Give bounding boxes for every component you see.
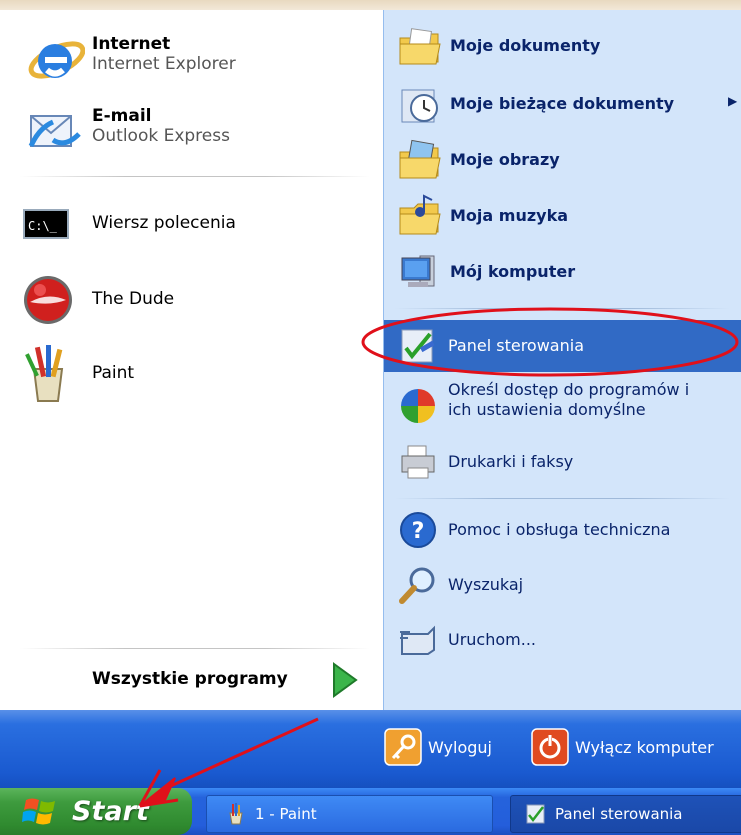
submenu-arrow-icon: ▶ <box>728 94 738 108</box>
svg-text:?: ? <box>412 519 425 544</box>
help-support[interactable]: ? Pomoc i obsługa techniczna <box>398 508 738 552</box>
help-run[interactable]: Uruchom... <box>398 618 738 662</box>
set-program-access-icon <box>401 389 435 423</box>
shutdown-label: Wyłącz komputer <box>575 737 714 757</box>
internet-explorer-icon <box>28 41 85 79</box>
place-label: Moje obrazy <box>450 150 560 169</box>
recent-item-paint[interactable]: Paint <box>20 345 370 405</box>
pinned-email[interactable]: E-mail Outlook Express <box>20 100 370 160</box>
paint-icon <box>229 803 243 825</box>
help-icon: ? <box>400 512 436 548</box>
recent-item-cmd[interactable]: C:\_ Wiersz polecenia <box>20 198 370 248</box>
start-button[interactable]: Start <box>0 788 192 835</box>
taskbar-item-paint[interactable]: 1 - Paint <box>206 795 493 833</box>
pinned-subtitle: Outlook Express <box>92 126 230 146</box>
pinned-title: E-mail <box>92 106 152 126</box>
settings-printers[interactable]: Drukarki i faksy <box>398 440 738 484</box>
control-panel-icon <box>526 804 545 824</box>
place-label: Mój komputer <box>450 262 576 281</box>
control-panel-icon <box>401 329 435 363</box>
help-label: Pomoc i obsługa techniczna <box>448 520 671 539</box>
pinned-subtitle: Internet Explorer <box>92 54 236 74</box>
my-documents-icon <box>399 28 441 65</box>
place-my-music[interactable]: Moja muzyka <box>398 194 738 238</box>
taskbar-item-label: Panel sterowania <box>555 805 683 823</box>
recent-item-label: Wiersz polecenia <box>92 213 236 233</box>
start-label: Start <box>72 796 149 827</box>
outlook-express-icon <box>28 115 81 148</box>
recent-item-label: Paint <box>92 363 135 383</box>
settings-label: Panel sterowania <box>448 336 584 355</box>
my-music-icon <box>399 194 441 235</box>
green-arrow-icon <box>333 662 358 698</box>
help-search[interactable]: Wyszukaj <box>398 563 738 607</box>
paint-icon <box>25 345 64 402</box>
shutdown-button[interactable]: Wyłącz komputer <box>531 728 714 766</box>
menu-top-strip <box>0 0 741 10</box>
place-label: Moje bieżące dokumenty <box>450 94 675 113</box>
all-programs-separator <box>20 648 370 649</box>
logoff-label: Wyloguj <box>428 737 492 757</box>
places-separator <box>395 308 730 309</box>
all-programs-button[interactable]: Wszystkie programy <box>80 660 370 700</box>
my-computer-icon <box>401 255 435 287</box>
settings-program-access[interactable]: Określ dostęp do programów i ich ustawie… <box>398 380 738 432</box>
place-label: Moje dokumenty <box>450 36 601 55</box>
key-icon <box>384 728 422 766</box>
place-my-pictures[interactable]: Moje obrazy <box>398 138 738 182</box>
search-icon <box>399 567 435 604</box>
place-my-documents[interactable]: Moje dokumenty <box>398 24 738 68</box>
place-my-computer[interactable]: Mój komputer <box>398 250 738 294</box>
place-recent-documents[interactable]: Moje bieżące dokumenty ▶ <box>398 82 740 126</box>
settings-label-line2: ich ustawienia domyślne <box>448 400 646 419</box>
pinned-title: Internet <box>92 34 171 54</box>
recent-documents-icon <box>401 89 438 123</box>
the-dude-icon <box>24 276 72 324</box>
settings-separator <box>395 498 730 499</box>
help-label: Uruchom... <box>448 630 536 649</box>
settings-label-line1: Określ dostęp do programów i <box>448 380 690 399</box>
help-label: Wyszukaj <box>448 575 524 594</box>
logoff-button[interactable]: Wyloguj <box>384 728 492 766</box>
recent-item-the-dude[interactable]: The Dude <box>20 272 370 328</box>
taskbar-item-label: 1 - Paint <box>255 805 317 823</box>
taskbar-item-control-panel[interactable]: Panel sterowania <box>510 795 741 833</box>
all-programs-label: Wszystkie programy <box>92 669 288 689</box>
pinned-separator <box>20 176 370 177</box>
place-label: Moja muzyka <box>450 206 569 225</box>
settings-control-panel[interactable]: Panel sterowania <box>398 324 738 368</box>
command-prompt-icon: C:\_ <box>23 209 69 239</box>
recent-item-label: The Dude <box>92 289 175 309</box>
printers-icon <box>401 445 435 479</box>
power-icon <box>531 728 569 766</box>
pinned-internet[interactable]: Internet Internet Explorer <box>20 30 370 90</box>
run-icon <box>400 625 435 655</box>
settings-label: Drukarki i faksy <box>448 452 574 471</box>
windows-logo-icon <box>22 798 55 824</box>
my-pictures-icon <box>399 139 441 179</box>
